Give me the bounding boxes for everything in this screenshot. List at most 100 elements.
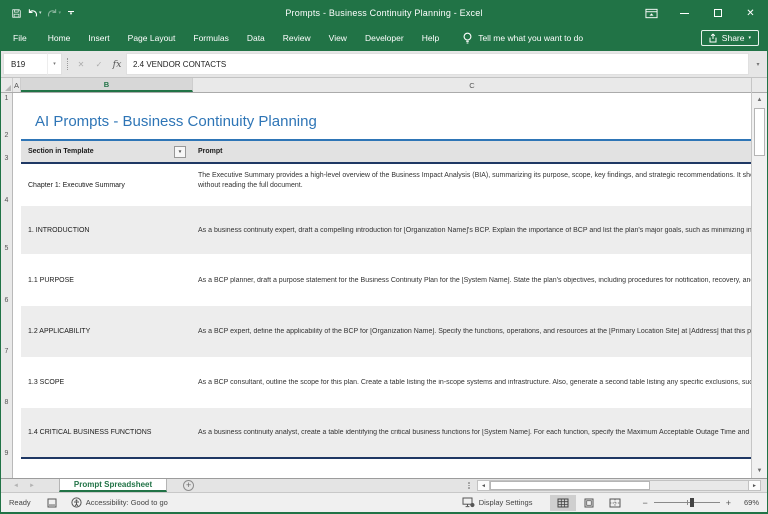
sheet-tab-prompt-spreadsheet[interactable]: Prompt Spreadsheet bbox=[58, 479, 168, 492]
tab-page-layout[interactable]: Page Layout bbox=[119, 25, 185, 51]
prompt-cell[interactable]: As a BCP expert, define the applicabilit… bbox=[193, 328, 751, 335]
row-header-8[interactable]: 8 bbox=[1, 357, 12, 408]
tab-split-handle[interactable] bbox=[465, 482, 473, 489]
scroll-down-button[interactable]: ▼ bbox=[752, 464, 767, 478]
scroll-left-icon: ◄ bbox=[481, 482, 486, 489]
prompt-cell[interactable]: As a business continuity expert, draft a… bbox=[193, 227, 751, 234]
save-button[interactable] bbox=[9, 4, 24, 22]
cancel-button[interactable]: ✕ bbox=[72, 51, 90, 77]
tab-developer[interactable]: Developer bbox=[356, 25, 413, 51]
macro-record-button[interactable] bbox=[47, 498, 57, 508]
tab-view[interactable]: View bbox=[320, 25, 356, 51]
tab-file[interactable]: File bbox=[1, 25, 39, 51]
filter-dropdown-button[interactable]: ▾ bbox=[174, 145, 186, 158]
formula-input[interactable]: 2.4 VENDOR CONTACTS bbox=[126, 53, 749, 75]
prompt-cell[interactable]: As a BCP consultant, outline the scope f… bbox=[193, 379, 751, 386]
table-row[interactable]: 1.3 SCOPE As a BCP consultant, outline t… bbox=[21, 357, 751, 408]
display-settings-icon bbox=[462, 497, 475, 508]
undo-button[interactable]: ▾ bbox=[25, 4, 44, 22]
tab-help[interactable]: Help bbox=[413, 25, 448, 51]
previous-sheet-button[interactable]: ◄ bbox=[13, 483, 19, 489]
share-button[interactable]: Share ▾ bbox=[700, 30, 759, 46]
column-header-a[interactable]: A bbox=[13, 78, 21, 92]
prompt-column-header: Prompt bbox=[198, 148, 223, 155]
vertical-scrollbar[interactable]: ▲ ▼ bbox=[751, 78, 767, 478]
maximize-button[interactable] bbox=[701, 1, 734, 25]
table-row[interactable]: 1. INTRODUCTION As a business continuity… bbox=[21, 206, 751, 254]
section-cell[interactable]: 1. INTRODUCTION bbox=[21, 227, 193, 234]
page-break-preview-button[interactable] bbox=[602, 495, 628, 511]
table-row[interactable]: Chapter 1: Executive Summary The Executi… bbox=[21, 164, 751, 206]
table-row[interactable]: 1.4 CRITICAL BUSINESS FUNCTIONS As a bus… bbox=[21, 408, 751, 459]
page-layout-view-button[interactable] bbox=[576, 495, 602, 511]
redo-button[interactable]: ▾ bbox=[45, 4, 64, 22]
new-sheet-button[interactable]: + bbox=[183, 480, 195, 491]
tab-review[interactable]: Review bbox=[274, 25, 320, 51]
section-cell[interactable]: 1.2 APPLICABILITY bbox=[21, 328, 193, 335]
section-cell[interactable]: 1.4 CRITICAL BUSINESS FUNCTIONS bbox=[21, 429, 193, 436]
scroll-left-button[interactable]: ◄ bbox=[477, 480, 490, 491]
zoom-level[interactable]: 69% bbox=[741, 498, 759, 507]
insert-function-button[interactable]: fx bbox=[108, 51, 126, 77]
tab-data[interactable]: Data bbox=[238, 25, 274, 51]
horizontal-scroll-track[interactable] bbox=[490, 480, 748, 491]
column-header-c[interactable]: C bbox=[193, 78, 751, 92]
redo-dropdown-icon[interactable]: ▾ bbox=[59, 10, 62, 16]
normal-view-button[interactable] bbox=[550, 494, 577, 511]
tab-home[interactable]: Home bbox=[39, 25, 80, 51]
zoom-slider[interactable] bbox=[653, 498, 720, 507]
scroll-right-button[interactable]: ► bbox=[748, 480, 761, 491]
zoom-slider-thumb[interactable] bbox=[690, 498, 695, 507]
prompt-cell[interactable]: The Executive Summary provides a high-le… bbox=[193, 164, 751, 191]
horizontal-scroll-thumb[interactable] bbox=[490, 481, 650, 490]
section-cell[interactable]: 1.3 SCOPE bbox=[21, 379, 193, 386]
next-sheet-button[interactable]: ► bbox=[29, 483, 35, 489]
spreadsheet-row-1[interactable] bbox=[21, 93, 751, 104]
ribbon-display-options-button[interactable] bbox=[635, 1, 668, 25]
customize-quick-access-button[interactable]: ▾ bbox=[68, 10, 75, 16]
spreadsheet-row-2[interactable]: AI Prompts - Business Continuity Plannin… bbox=[21, 104, 751, 141]
section-cell[interactable]: Chapter 1: Executive Summary bbox=[21, 182, 193, 189]
status-bar-right: Display Settings − + 69% bbox=[462, 494, 759, 511]
row-header-2[interactable]: 2 bbox=[1, 104, 12, 141]
formula-bar-resize-handle[interactable] bbox=[62, 51, 72, 77]
vertical-scroll-thumb[interactable] bbox=[754, 108, 765, 156]
zoom-out-button[interactable]: − bbox=[642, 498, 647, 508]
row-header-1[interactable]: 1 bbox=[1, 93, 12, 104]
select-all-button[interactable] bbox=[1, 78, 13, 92]
prompt-cell[interactable]: As a BCP planner, draft a purpose statem… bbox=[193, 277, 751, 284]
row-header-3[interactable]: 3 bbox=[1, 141, 12, 164]
row-header-9[interactable]: 9 bbox=[1, 408, 12, 459]
scroll-right-icon: ► bbox=[752, 482, 757, 489]
accessibility-status[interactable]: Accessibility: Good to go bbox=[71, 497, 168, 508]
section-column-header: Section in Template ▾ bbox=[21, 145, 193, 158]
row-header-6[interactable]: 6 bbox=[1, 254, 12, 306]
display-settings-button[interactable]: Display Settings bbox=[462, 497, 532, 508]
column-header-b[interactable]: B bbox=[21, 78, 193, 92]
prompt-cell[interactable]: As a business continuity analyst, create… bbox=[193, 429, 751, 436]
enter-button[interactable]: ✓ bbox=[90, 51, 108, 77]
row-header-4[interactable]: 4 bbox=[1, 164, 12, 206]
close-button[interactable]: ✕ bbox=[734, 1, 767, 25]
empty-cells-area[interactable] bbox=[21, 459, 751, 478]
scroll-up-button[interactable]: ▲ bbox=[752, 93, 767, 107]
section-cell[interactable]: 1.1 PURPOSE bbox=[21, 277, 193, 284]
undo-dropdown-icon[interactable]: ▾ bbox=[39, 10, 42, 16]
row-header-7[interactable]: 7 bbox=[1, 306, 12, 357]
name-box[interactable]: B19 bbox=[3, 53, 47, 75]
status-bar: Ready Accessibility: Good to go Display … bbox=[1, 492, 767, 512]
table-header-row[interactable]: Section in Template ▾ Prompt bbox=[21, 141, 751, 164]
tab-formulas[interactable]: Formulas bbox=[184, 25, 237, 51]
vertical-scroll-track[interactable] bbox=[752, 157, 767, 464]
tab-insert[interactable]: Insert bbox=[79, 25, 118, 51]
tell-me-box[interactable]: Tell me what you want to do bbox=[462, 32, 583, 45]
zoom-in-button[interactable]: + bbox=[726, 498, 731, 508]
name-box-dropdown-icon[interactable]: ▾ bbox=[47, 53, 62, 75]
table-row[interactable]: 1.2 APPLICABILITY As a BCP expert, defin… bbox=[21, 306, 751, 357]
row-header-5[interactable]: 5 bbox=[1, 206, 12, 254]
table-row[interactable]: 1.1 PURPOSE As a BCP planner, draft a pu… bbox=[21, 254, 751, 306]
expand-formula-bar-button[interactable]: ▾ bbox=[749, 51, 767, 77]
prompt-line-2: without reading the full document. bbox=[198, 182, 303, 189]
minimize-button[interactable] bbox=[668, 1, 701, 25]
share-icon bbox=[708, 33, 718, 43]
